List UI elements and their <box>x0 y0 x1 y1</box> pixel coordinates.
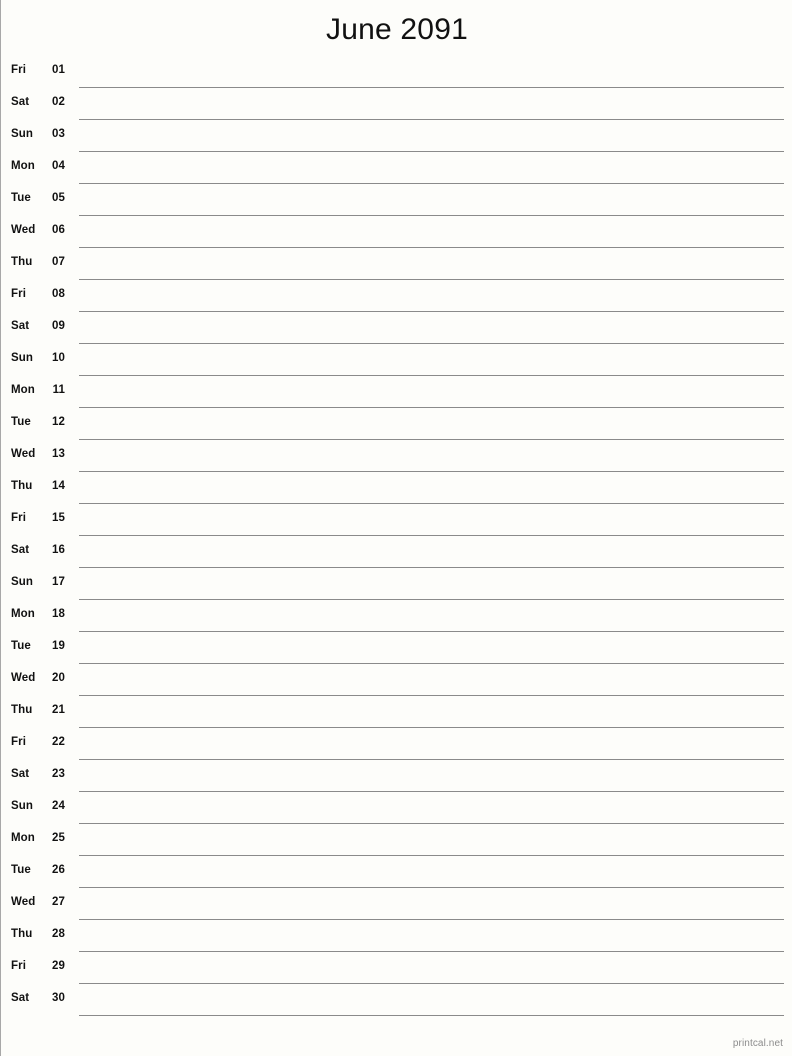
day-row: Mon 04 <box>1 156 792 188</box>
day-number-label: 23 <box>52 768 65 780</box>
day-number-label: 27 <box>52 896 65 908</box>
day-number-label: 22 <box>52 736 65 748</box>
day-row: Thu 28 <box>1 924 792 956</box>
day-number-label: 15 <box>52 512 65 524</box>
day-writing-line[interactable] <box>79 215 784 216</box>
day-number-label: 20 <box>52 672 65 684</box>
day-row: Tue 05 <box>1 188 792 220</box>
day-writing-line[interactable] <box>79 599 784 600</box>
day-row: Sat 23 <box>1 764 792 796</box>
day-writing-line[interactable] <box>79 983 784 984</box>
day-writing-line[interactable] <box>79 503 784 504</box>
day-writing-line[interactable] <box>79 247 784 248</box>
day-row: Wed 13 <box>1 444 792 476</box>
day-row: Sun 03 <box>1 124 792 156</box>
day-writing-line[interactable] <box>79 663 784 664</box>
day-row: Sun 24 <box>1 796 792 828</box>
day-number-label: 28 <box>52 928 65 940</box>
day-writing-line[interactable] <box>79 631 784 632</box>
day-number-label: 05 <box>52 192 65 204</box>
day-writing-line[interactable] <box>79 1015 784 1016</box>
day-number-label: 14 <box>52 480 65 492</box>
day-row: Tue 12 <box>1 412 792 444</box>
day-row: Thu 14 <box>1 476 792 508</box>
day-number-label: 25 <box>52 832 65 844</box>
day-number-label: 21 <box>52 704 65 716</box>
day-writing-line[interactable] <box>79 919 784 920</box>
day-writing-line[interactable] <box>79 343 784 344</box>
day-writing-line[interactable] <box>79 535 784 536</box>
day-number-label: 02 <box>52 96 65 108</box>
day-writing-line[interactable] <box>79 759 784 760</box>
day-row: Wed 20 <box>1 668 792 700</box>
day-writing-line[interactable] <box>79 375 784 376</box>
day-row: Thu 07 <box>1 252 792 284</box>
day-writing-line[interactable] <box>79 279 784 280</box>
day-number-label: 04 <box>52 160 65 172</box>
day-row: Mon 25 <box>1 828 792 860</box>
day-number-label: 17 <box>52 576 65 588</box>
day-row: Mon 11 <box>1 380 792 412</box>
day-row: Fri 22 <box>1 732 792 764</box>
day-row: Fri 15 <box>1 508 792 540</box>
day-writing-line[interactable] <box>79 823 784 824</box>
day-number-label: 10 <box>52 352 65 364</box>
day-number-label: 11 <box>52 384 65 396</box>
day-writing-line[interactable] <box>79 87 784 88</box>
day-writing-line[interactable] <box>79 439 784 440</box>
day-number-label: 18 <box>52 608 65 620</box>
day-row-list: Fri 01 Sat 02 Sun 03 Mon 04 Tue 05 Wed 06 Thu 07 Fri 08… <box>1 60 792 1020</box>
day-writing-line[interactable] <box>79 727 784 728</box>
day-row: Thu 21 <box>1 700 792 732</box>
day-writing-line[interactable] <box>79 791 784 792</box>
day-writing-line[interactable] <box>79 471 784 472</box>
day-number-label: 07 <box>52 256 65 268</box>
day-row: Sun 10 <box>1 348 792 380</box>
day-row: Wed 06 <box>1 220 792 252</box>
day-writing-line[interactable] <box>79 407 784 408</box>
day-row: Sat 30 <box>1 988 792 1020</box>
day-row: Fri 29 <box>1 956 792 988</box>
day-number-label: 19 <box>52 640 65 652</box>
day-writing-line[interactable] <box>79 855 784 856</box>
day-writing-line[interactable] <box>79 119 784 120</box>
day-row: Tue 19 <box>1 636 792 668</box>
day-writing-line[interactable] <box>79 695 784 696</box>
day-number-label: 13 <box>52 448 65 460</box>
calendar-page: June 2091 Fri 01 Sat 02 Sun 03 Mon 04 Tue 05 Wed 06… <box>0 0 792 1056</box>
day-number-label: 01 <box>52 64 65 76</box>
day-number-label: 30 <box>52 992 65 1004</box>
page-title: June 2091 <box>326 13 468 46</box>
day-row: Sat 09 <box>1 316 792 348</box>
day-number-label: 09 <box>52 320 65 332</box>
day-writing-line[interactable] <box>79 887 784 888</box>
day-row: Sun 17 <box>1 572 792 604</box>
footer-credit: printcal.net <box>732 1038 783 1049</box>
day-writing-line[interactable] <box>79 183 784 184</box>
day-number-label: 29 <box>52 960 65 972</box>
day-number-label: 06 <box>52 224 65 236</box>
day-number-label: 08 <box>52 288 65 300</box>
day-writing-line[interactable] <box>79 151 784 152</box>
day-row: Fri 01 <box>1 60 792 92</box>
day-writing-line[interactable] <box>79 567 784 568</box>
day-row: Sat 16 <box>1 540 792 572</box>
day-writing-line[interactable] <box>79 951 784 952</box>
day-number-label: 12 <box>52 416 65 428</box>
day-row: Fri 08 <box>1 284 792 316</box>
day-row: Sat 02 <box>1 92 792 124</box>
day-row: Mon 18 <box>1 604 792 636</box>
day-number-label: 26 <box>52 864 65 876</box>
day-row: Wed 27 <box>1 892 792 924</box>
day-number-label: 03 <box>52 128 65 140</box>
day-writing-line[interactable] <box>79 311 784 312</box>
day-row: Tue 26 <box>1 860 792 892</box>
day-number-label: 16 <box>52 544 65 556</box>
day-number-label: 24 <box>52 800 65 812</box>
